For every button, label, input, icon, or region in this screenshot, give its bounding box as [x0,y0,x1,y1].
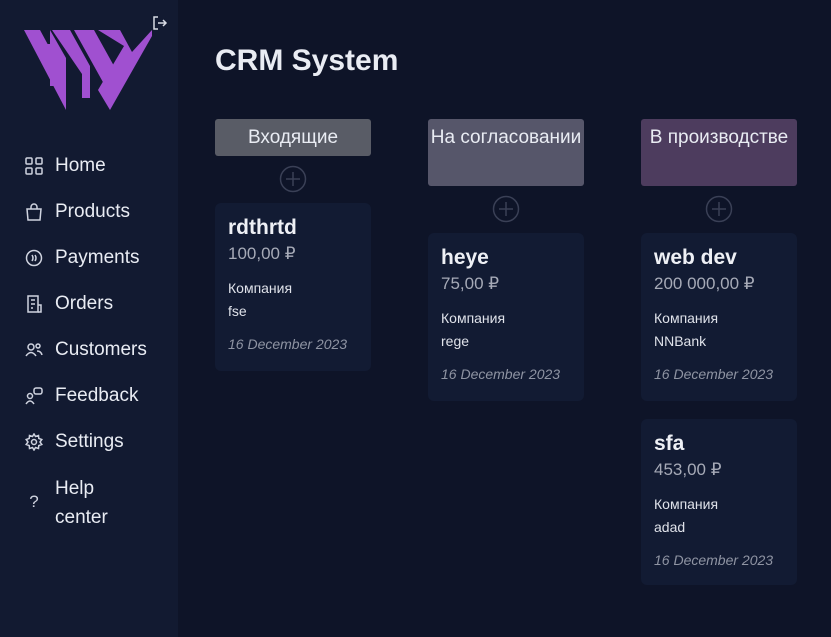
column-header-incoming: Входящие [215,119,371,156]
deal-card[interactable]: web dev 200 000,00 ₽ Компания NNBank 16 … [641,233,797,401]
sidebar-item-label: Home [55,155,106,176]
coin-icon [24,248,44,268]
card-date: 16 December 2023 [228,336,348,352]
gear-icon [24,432,44,452]
card-company: fse [228,303,247,319]
card-title: heye [441,246,489,269]
card-company: NNBank [654,333,707,349]
card-date: 16 December 2023 [654,552,774,568]
sidebar-item-label: Settings [55,431,124,452]
card-company-label: Компания [228,280,293,296]
question-icon: ? [29,492,39,511]
brand-logo[interactable] [24,26,152,112]
column-header-approval: На согласовании [428,119,584,186]
add-card-button[interactable] [492,195,520,223]
sidebar-item-label: Products [55,201,130,222]
deal-card[interactable]: rdthrtd 100,00 ₽ Компания fse 16 Decembe… [215,203,371,371]
deal-card[interactable]: sfa 453,00 ₽ Компания adad 16 December 2… [641,419,797,585]
card-title: sfa [654,432,685,455]
add-card-button[interactable] [279,165,307,193]
add-card-button[interactable] [705,195,733,223]
sidebar-item-label: Customers [55,339,147,360]
card-title: web dev [654,246,737,269]
card-company: rege [441,333,470,349]
sidebar-item-settings[interactable]: Settings [24,427,124,457]
sidebar-item-home[interactable]: Home [24,151,106,181]
card-price: 75,00 ₽ [441,274,500,293]
card-price: 453,00 ₽ [654,460,722,479]
sidebar-item-label: Feedback [55,385,139,406]
users-icon [24,340,44,360]
sidebar-item-feedback[interactable]: Feedback [24,381,138,411]
deal-card[interactable]: heye 75,00 ₽ Компания rege 16 December 2… [428,233,584,401]
main-content: CRM System Входящие rdthrtd 100,00 ₽ Ком… [178,0,831,637]
sidebar-item-help-center[interactable]: ? Help center [24,474,145,532]
card-title: rdthrtd [228,216,297,239]
receipt-icon [24,294,44,314]
sidebar-item-label: Payments [55,247,140,268]
card-company-label: Компания [441,310,506,326]
sidebar-item-products[interactable]: Products [24,197,130,227]
card-date: 16 December 2023 [654,366,774,382]
sidebar-item-label: Orders [55,293,114,314]
chat-user-icon [24,386,44,406]
sidebar-item-customers[interactable]: Customers [24,335,147,365]
sidebar-item-label: Help center [55,478,108,528]
page-title: CRM System [215,44,399,77]
sidebar-item-payments[interactable]: Payments [24,243,139,273]
bag-icon [24,202,44,222]
card-date: 16 December 2023 [441,366,561,382]
card-price: 200 000,00 ₽ [654,274,755,293]
card-company: adad [654,519,686,535]
card-company-label: Компания [654,310,719,326]
sidebar: Home Products Payments Orders Customers [0,0,178,637]
column-header-production: В производстве [641,119,797,186]
sidebar-item-orders[interactable]: Orders [24,289,113,319]
card-company-label: Компания [654,496,719,512]
card-price: 100,00 ₽ [228,244,296,263]
logout-icon[interactable] [152,15,168,31]
grid-icon [24,156,44,176]
